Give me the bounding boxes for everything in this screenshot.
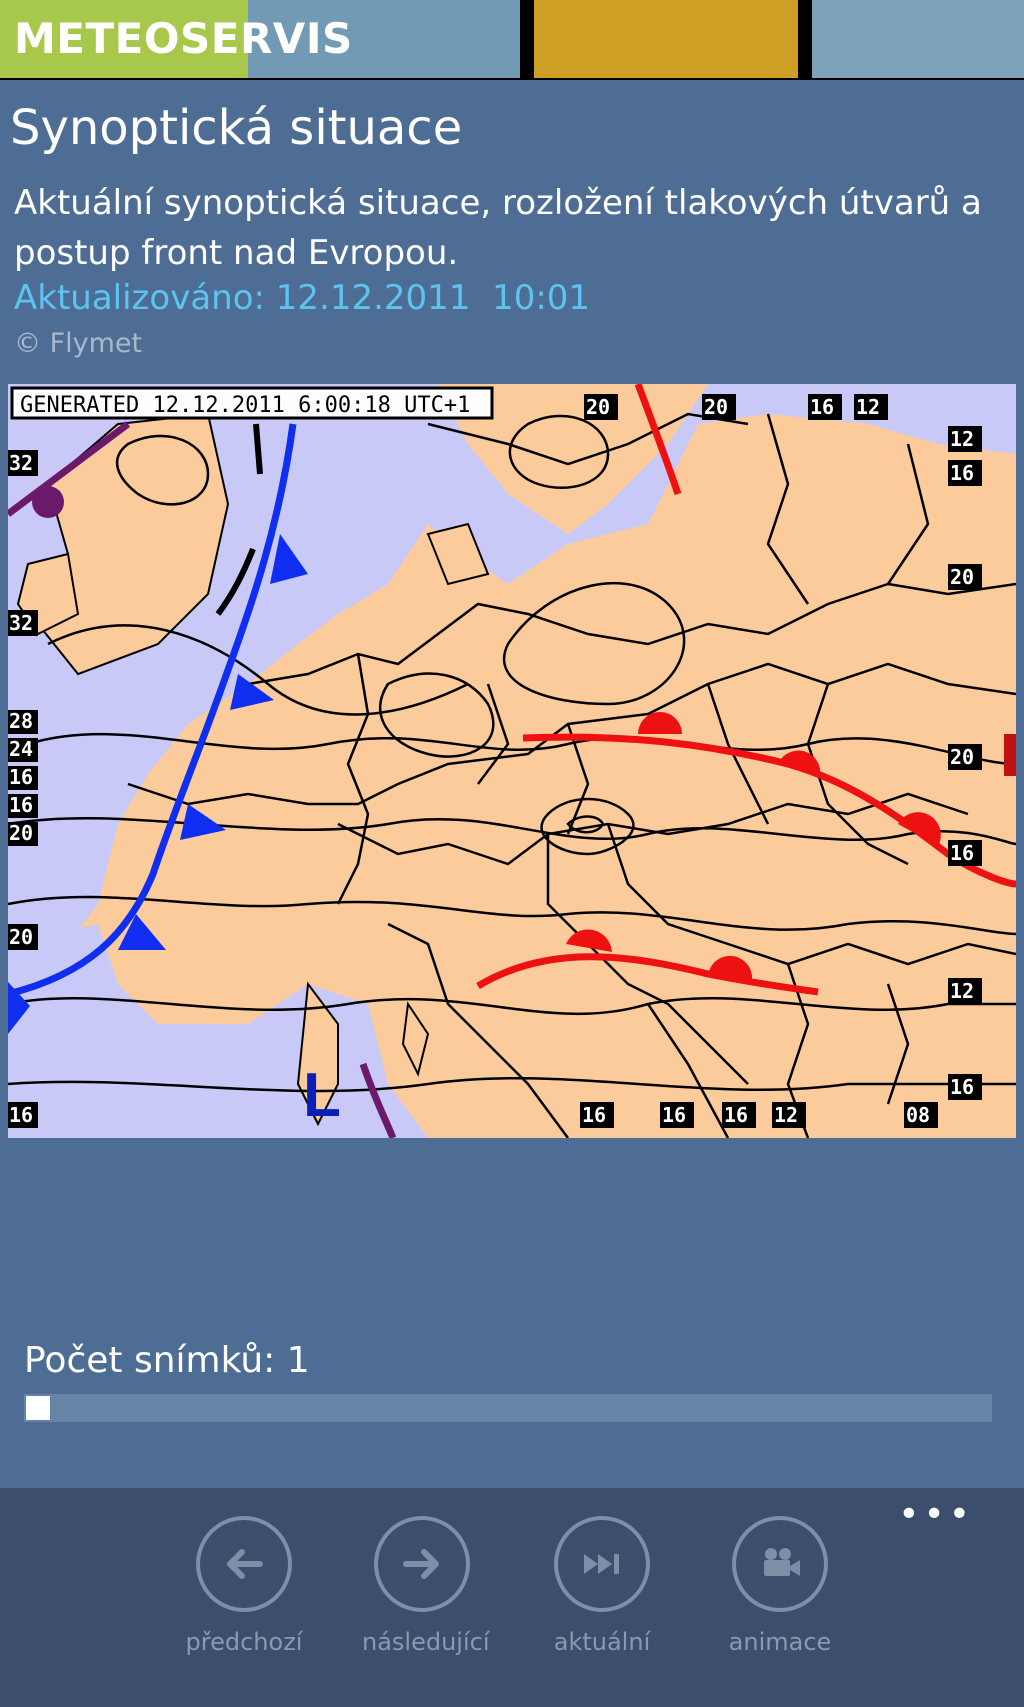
isobar-label: 16	[9, 1103, 33, 1127]
isobar-label: 20	[9, 925, 33, 949]
pressure-low-label: L	[303, 1061, 341, 1130]
updated-timestamp: Aktualizováno: 12.12.2011 10:01	[14, 278, 591, 318]
synoptic-map[interactable]: L GENERATED 12.12.2011 6:00:18 UTC+1 20 …	[8, 384, 1016, 1138]
isobar-label: 20	[586, 395, 610, 419]
isobar-label: 20	[950, 745, 974, 769]
isobar-label: 16	[950, 1075, 974, 1099]
skip-forward-icon	[554, 1516, 650, 1612]
isobar-label: 20	[9, 821, 33, 845]
map-generated-label: GENERATED 12.12.2011 6:00:18 UTC+1	[20, 393, 470, 418]
isobar-label: 24	[9, 737, 33, 761]
isobar-label: 16	[950, 841, 974, 865]
page-description: Aktuální synoptická situace, rozložení t…	[14, 183, 982, 273]
isobar-label: 32	[9, 451, 33, 475]
isobar-label: 16	[662, 1103, 686, 1127]
application-bar	[0, 1488, 1024, 1707]
app-title: METEOSERVIS	[14, 14, 353, 63]
previous-label: předchozí	[185, 1628, 303, 1656]
tile-3[interactable]	[534, 0, 798, 78]
isobar-label: 20	[704, 395, 728, 419]
page-title: Synoptická situace	[10, 100, 463, 156]
isobar-label: 16	[810, 395, 834, 419]
isobar-label: 16	[9, 765, 33, 789]
current-button[interactable]: aktuální	[542, 1516, 662, 1656]
more-menu-icon[interactable]: •••	[898, 1497, 974, 1533]
frame-slider-track[interactable]	[24, 1394, 992, 1422]
previous-button[interactable]: předchozí	[184, 1516, 304, 1656]
isobar-label: 20	[950, 565, 974, 589]
isobar-label: 08	[906, 1103, 930, 1127]
video-camera-icon	[732, 1516, 828, 1612]
arrow-left-icon	[196, 1516, 292, 1612]
current-label: aktuální	[553, 1628, 651, 1656]
isobar-label: 16	[582, 1103, 606, 1127]
next-label: následující	[362, 1628, 490, 1656]
synoptic-map-graphic: L GENERATED 12.12.2011 6:00:18 UTC+1 20 …	[8, 384, 1016, 1138]
isobar-label: 32	[9, 611, 33, 635]
tile-4[interactable]	[812, 0, 1024, 78]
isobar-label: 12	[856, 395, 880, 419]
copyright-text: © Flymet	[14, 328, 143, 359]
isobar-label: 12	[950, 979, 974, 1003]
isobar-label: 16	[950, 461, 974, 485]
next-button[interactable]: následující	[362, 1516, 490, 1656]
isobar-label: 12	[950, 427, 974, 451]
animation-button[interactable]: animace	[720, 1516, 840, 1656]
top-tile-bar: METEOSERVIS	[0, 0, 1024, 80]
arrow-right-icon	[374, 1516, 470, 1612]
isobar-label: 28	[9, 709, 33, 733]
frame-slider-thumb[interactable]	[26, 1396, 50, 1420]
isobar-label: 16	[9, 793, 33, 817]
animation-label: animace	[728, 1628, 832, 1656]
isobar-label: 16	[724, 1103, 748, 1127]
frame-count-label: Počet snímků: 1	[24, 1340, 310, 1381]
isobar-label: 12	[774, 1103, 798, 1127]
